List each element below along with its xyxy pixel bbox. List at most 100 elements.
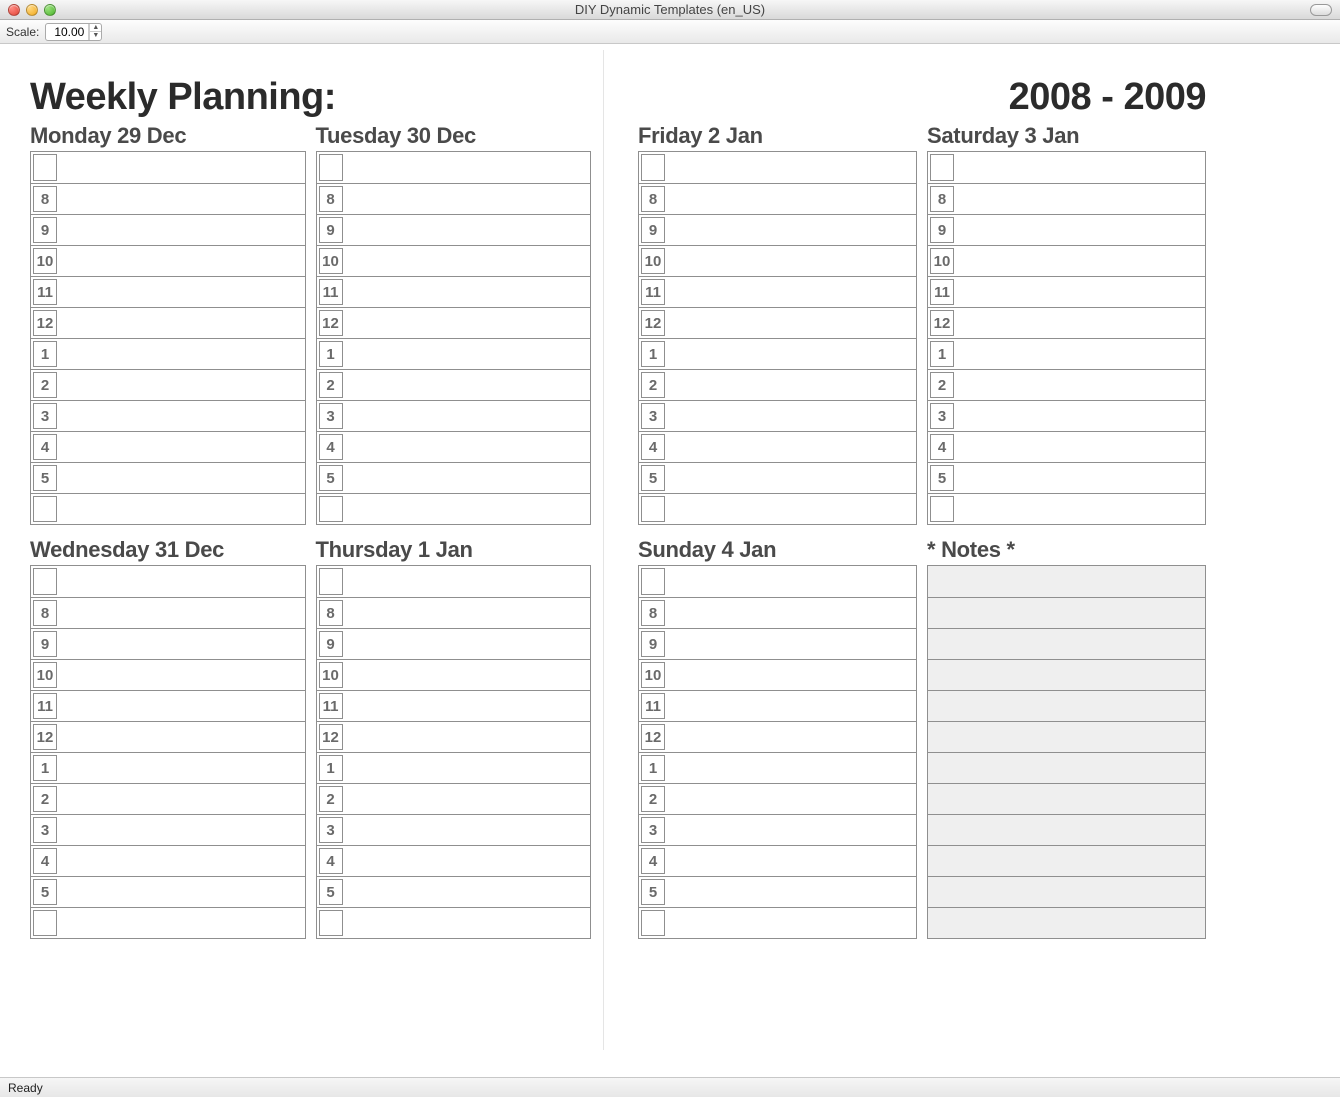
hour-box: 5	[319, 465, 343, 491]
minimize-icon[interactable]	[26, 4, 38, 16]
day-slots: 8 9 10 11 12 1 2 3 4 5	[30, 565, 306, 939]
day-label: Saturday 3 Jan	[927, 123, 1206, 149]
note-row	[928, 597, 1205, 628]
right-day-grid: Friday 2 Jan 8 9 10 11 12 1 2 3 4 5	[638, 123, 1206, 939]
day-label: Thursday 1 Jan	[316, 537, 592, 563]
hour-box: 8	[33, 600, 57, 626]
note-row	[928, 659, 1205, 690]
day-slots: 8 9 10 11 12 1 2 3 4 5	[316, 151, 592, 525]
note-row	[928, 845, 1205, 876]
hour-box: 12	[641, 310, 665, 336]
hour-box: 9	[33, 631, 57, 657]
hour-box: 2	[641, 372, 665, 398]
page-spread: Weekly Planning: Monday 29 Dec 8 9 10 11…	[24, 50, 1212, 1050]
hour-box	[33, 154, 57, 181]
hour-box: 3	[641, 817, 665, 843]
day-label: Tuesday 30 Dec	[316, 123, 592, 149]
hour-box: 10	[319, 248, 343, 274]
day-monday: Monday 29 Dec 8 9 10 11 12 1 2 3 4 5	[30, 123, 306, 525]
hour-box: 9	[641, 631, 665, 657]
day-friday: Friday 2 Jan 8 9 10 11 12 1 2 3 4 5	[638, 123, 917, 525]
hour-box: 10	[930, 248, 954, 274]
hour-box: 8	[930, 186, 954, 212]
hour-box: 11	[33, 279, 57, 305]
chevron-up-icon[interactable]: ▲	[89, 24, 101, 32]
hour-box: 5	[930, 465, 954, 491]
chevron-down-icon[interactable]: ▼	[89, 32, 101, 40]
hour-box: 9	[319, 217, 343, 243]
page-right: 2008 - 2009 Friday 2 Jan 8 9 10 11 12 1 …	[632, 50, 1212, 1050]
hour-box: 2	[319, 372, 343, 398]
page-header: Weekly Planning:	[30, 76, 591, 119]
hour-box: 5	[33, 879, 57, 905]
hour-box: 9	[33, 217, 57, 243]
hour-box	[319, 496, 343, 522]
hour-box: 3	[319, 817, 343, 843]
page-title: Weekly Planning:	[30, 76, 336, 119]
hour-box	[319, 568, 343, 595]
document-viewport[interactable]: Weekly Planning: Monday 29 Dec 8 9 10 11…	[0, 44, 1340, 1077]
hour-box: 1	[641, 341, 665, 367]
hour-box: 4	[33, 434, 57, 460]
year-range: 2008 - 2009	[1009, 76, 1206, 119]
toolbar-toggle-pill[interactable]	[1310, 4, 1332, 16]
hour-box: 4	[319, 434, 343, 460]
day-saturday: Saturday 3 Jan 8 9 10 11 12 1 2 3 4 5	[927, 123, 1206, 525]
hour-box: 4	[641, 848, 665, 874]
hour-box	[930, 496, 954, 522]
note-row	[928, 752, 1205, 783]
hour-box: 1	[33, 755, 57, 781]
hour-box	[930, 154, 954, 181]
scale-stepper[interactable]: ▲ ▼	[45, 23, 102, 41]
hour-box: 2	[641, 786, 665, 812]
hour-box: 1	[641, 755, 665, 781]
hour-box: 3	[33, 403, 57, 429]
hour-box: 11	[641, 693, 665, 719]
note-row	[928, 628, 1205, 659]
hour-box: 8	[319, 600, 343, 626]
hour-box: 11	[319, 693, 343, 719]
note-row	[928, 721, 1205, 752]
hour-box: 2	[33, 372, 57, 398]
day-label: Friday 2 Jan	[638, 123, 917, 149]
window-title: DIY Dynamic Templates (en_US)	[0, 2, 1340, 17]
hour-box	[33, 910, 57, 936]
hour-box: 1	[33, 341, 57, 367]
hour-box: 4	[319, 848, 343, 874]
hour-box: 9	[930, 217, 954, 243]
hour-box: 11	[319, 279, 343, 305]
note-row	[928, 907, 1205, 938]
close-icon[interactable]	[8, 4, 20, 16]
notes-rows	[927, 565, 1206, 939]
hour-box: 5	[33, 465, 57, 491]
hour-box	[641, 568, 665, 595]
scale-label: Scale:	[6, 25, 39, 39]
hour-box: 10	[33, 248, 57, 274]
hour-box	[33, 568, 57, 595]
hour-box: 11	[33, 693, 57, 719]
day-slots: 8 9 10 11 12 1 2 3 4 5	[927, 151, 1206, 525]
notes-label: * Notes *	[927, 537, 1206, 563]
scale-input[interactable]	[46, 25, 88, 39]
hour-box: 5	[641, 465, 665, 491]
status-text: Ready	[8, 1081, 43, 1095]
note-row	[928, 814, 1205, 845]
day-thursday: Thursday 1 Jan 8 9 10 11 12 1 2 3 4 5	[316, 537, 592, 939]
day-slots: 8 9 10 11 12 1 2 3 4 5	[316, 565, 592, 939]
hour-box: 1	[930, 341, 954, 367]
hour-box: 4	[930, 434, 954, 460]
hour-box: 2	[930, 372, 954, 398]
hour-box: 12	[319, 310, 343, 336]
hour-box: 10	[641, 662, 665, 688]
hour-box: 10	[33, 662, 57, 688]
zoom-icon[interactable]	[44, 4, 56, 16]
hour-box: 12	[319, 724, 343, 750]
hour-box	[641, 154, 665, 181]
hour-box: 8	[641, 600, 665, 626]
hour-box	[319, 154, 343, 181]
traffic-lights	[8, 4, 56, 16]
toolbar: Scale: ▲ ▼	[0, 20, 1340, 44]
note-row	[928, 690, 1205, 721]
hour-box: 12	[33, 310, 57, 336]
hour-box: 2	[33, 786, 57, 812]
